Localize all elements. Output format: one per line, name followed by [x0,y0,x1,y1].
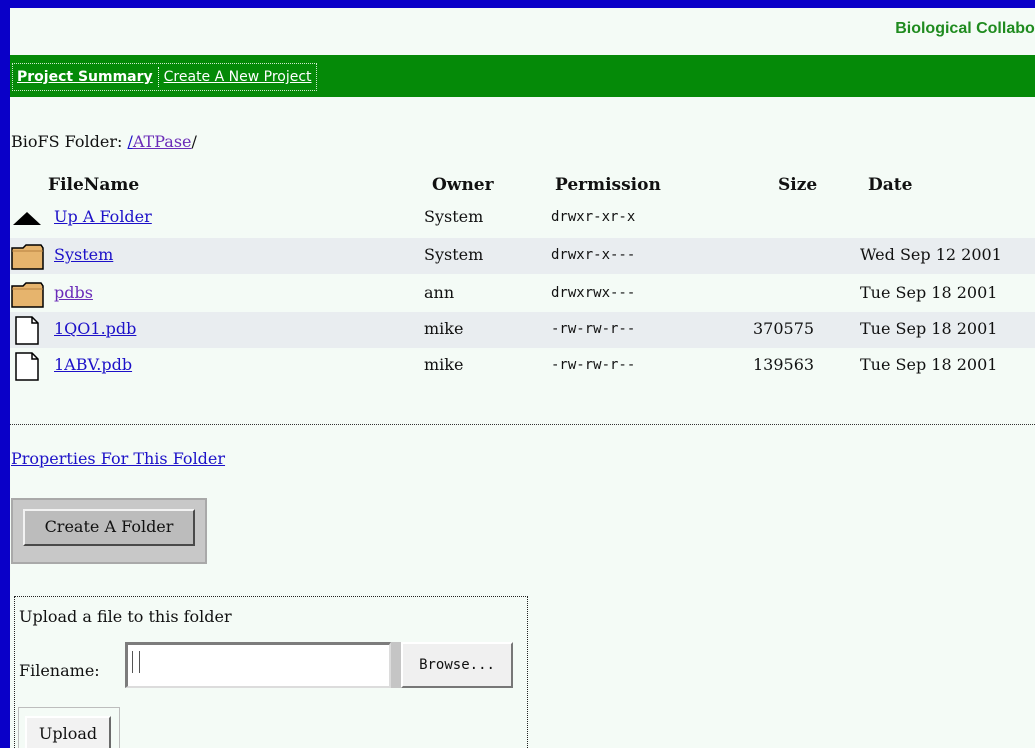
owner-cell: mike [424,319,464,338]
divider [10,424,1035,425]
file-icon[interactable] [10,351,48,381]
table-row: 1QO1.pdb mike -rw-rw-r-- 370575 Tue Sep … [10,312,1035,348]
nav-bar: Project Summary Create A New Project [10,55,1035,97]
nav-separator [157,67,159,87]
nav-project-summary[interactable]: Project Summary [17,69,153,85]
properties-section: Properties For This Folder [11,449,225,468]
table-row: Up A Folder System drwxr-xr-x [10,200,1035,236]
properties-link[interactable]: Properties For This Folder [11,449,225,468]
file-name-cell: 1ABV.pdb [54,355,132,374]
folder-icon[interactable] [10,279,48,309]
file-link[interactable]: 1QO1.pdb [54,319,136,338]
date-cell: Tue Sep 18 2001 [860,319,998,338]
input-scroll-strip [391,642,401,688]
permission-cell: -rw-rw-r-- [551,321,636,337]
breadcrumb-trail: / [191,132,197,151]
file-name-cell: System [54,245,113,264]
breadcrumb-folder-link[interactable]: ATPase [133,132,192,151]
file-name-cell: 1QO1.pdb [54,319,136,338]
create-folder-frame: Create A Folder [11,498,207,564]
owner-cell: ann [424,283,455,302]
column-header-owner: Owner [432,175,494,195]
table-row: 1ABV.pdb mike -rw-rw-r-- 139563 Tue Sep … [10,348,1035,384]
size-cell: 370575 [753,319,815,338]
breadcrumb: BioFS Folder: /ATPase/ [11,132,197,151]
breadcrumb-label: BioFS Folder: [11,132,123,151]
column-header-date: Date [868,175,913,195]
up-arrow-icon[interactable] [10,203,48,233]
permission-cell: -rw-rw-r-- [551,357,636,373]
site-title: Biological Collabor [895,20,1035,37]
file-link[interactable]: 1ABV.pdb [54,355,132,374]
date-cell: Wed Sep 12 2001 [860,245,1002,264]
browse-button[interactable]: Browse... [401,642,513,688]
file-name-cell: pdbs [54,283,93,302]
file-link[interactable]: System [54,245,113,264]
permission-cell: drwxr-xr-x [551,209,636,225]
browser-page: Biological Collabor Project Summary Crea… [10,8,1035,748]
file-name-cell: Up A Folder [54,207,152,226]
file-icon[interactable] [10,315,48,345]
upload-title: Upload a file to this folder [19,607,232,626]
filename-input[interactable] [125,642,391,688]
column-header-permission: Permission [555,175,661,195]
table-row: pdbs ann drwxrwx--- Tue Sep 18 2001 [10,276,1035,312]
file-link[interactable]: pdbs [54,283,93,302]
file-link[interactable]: Up A Folder [54,207,152,226]
nav-create-new-project[interactable]: Create A New Project [164,69,312,85]
upload-button-frame: Upload [18,707,120,748]
filename-label: Filename: [19,661,100,680]
date-cell: Tue Sep 18 2001 [860,283,998,302]
text-cursor-icon [132,651,140,673]
permission-cell: drwxr-x--- [551,247,636,263]
create-folder-button[interactable]: Create A Folder [23,509,195,546]
column-header-size: Size [778,175,818,195]
permission-cell: drwxrwx--- [551,285,636,301]
owner-cell: System [424,207,484,226]
owner-cell: mike [424,355,464,374]
date-cell: Tue Sep 18 2001 [860,355,998,374]
upload-button[interactable]: Upload [25,716,111,748]
owner-cell: System [424,245,484,264]
column-header-filename: FileName [48,175,140,195]
nav-box: Project Summary Create A New Project [12,63,317,91]
folder-icon[interactable] [10,241,48,271]
upload-panel: Upload a file to this folder Filename: B… [14,596,528,748]
size-cell: 139563 [753,355,815,374]
table-row: System System drwxr-x--- Wed Sep 12 2001 [10,238,1035,274]
